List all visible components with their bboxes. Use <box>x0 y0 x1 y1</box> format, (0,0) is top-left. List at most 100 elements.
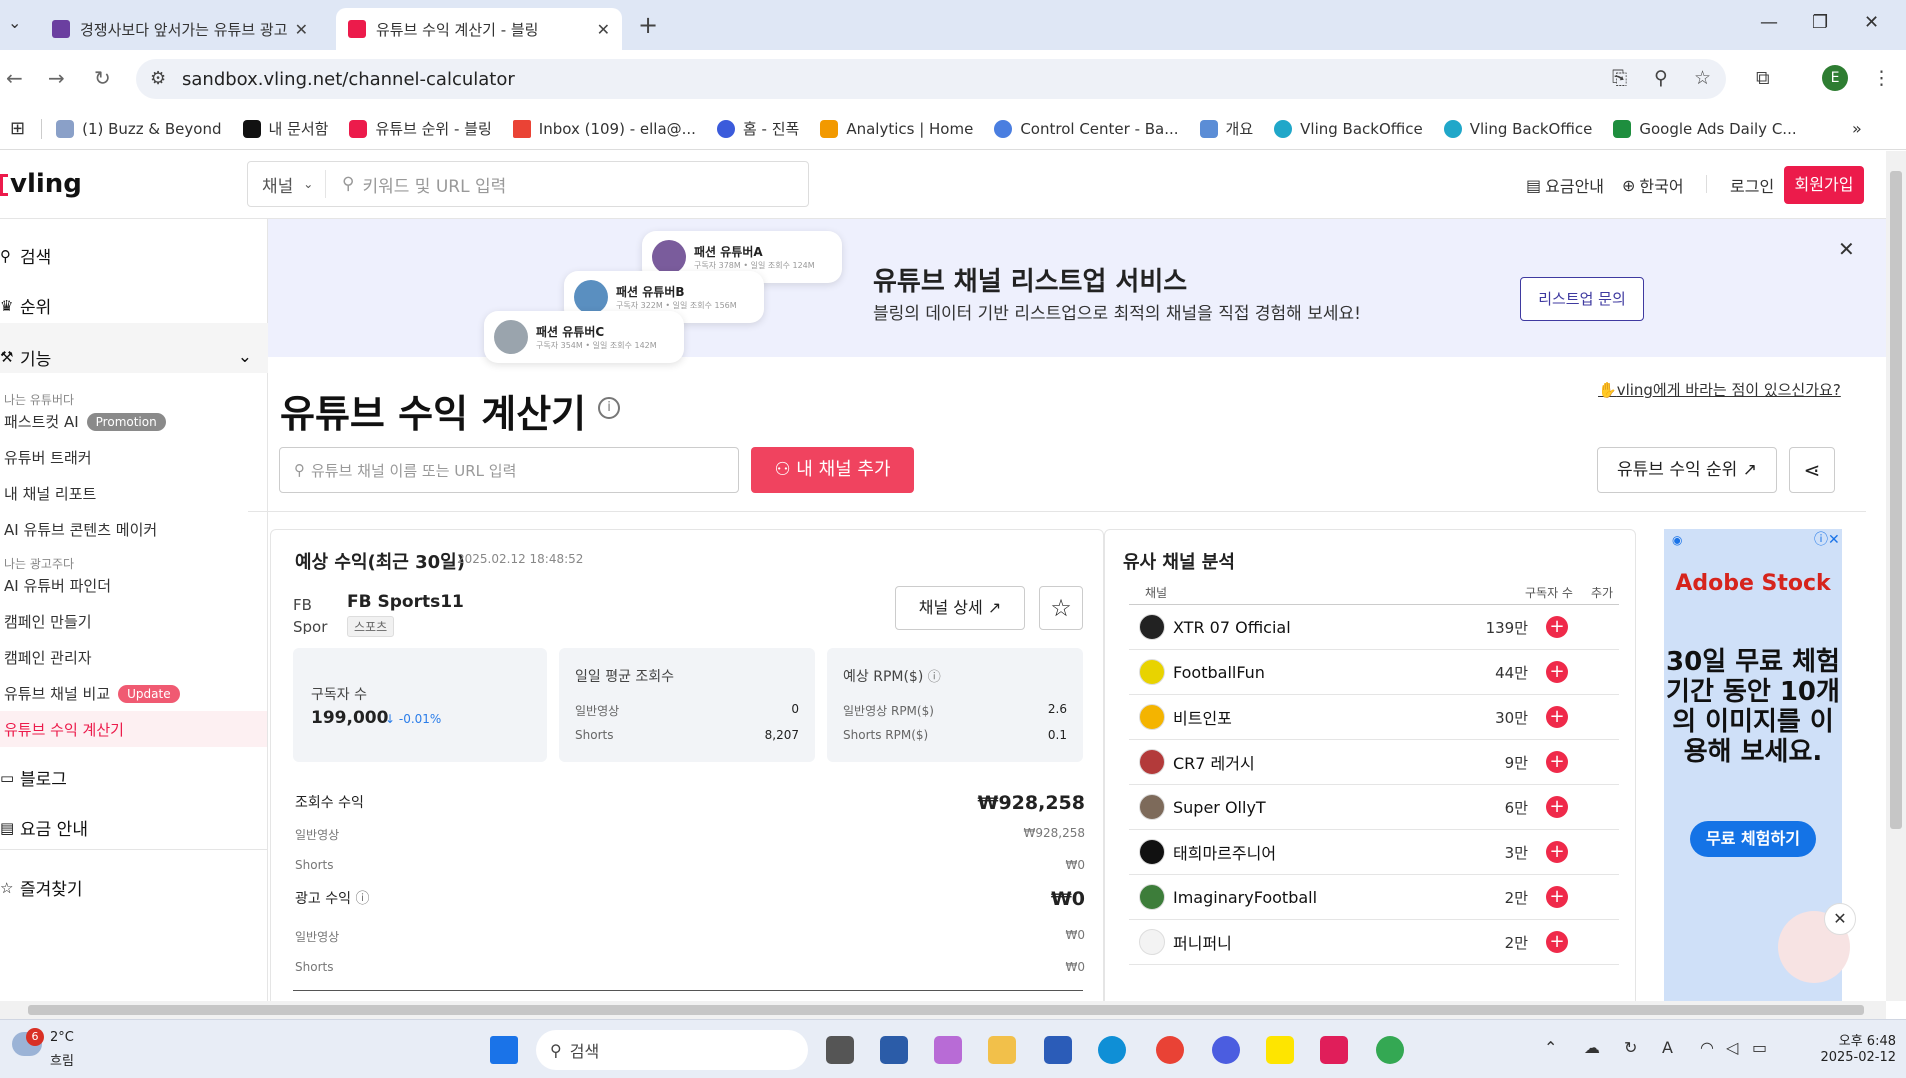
bookmark-item[interactable]: Analytics | Home <box>820 119 973 138</box>
profile-avatar[interactable]: E <box>1822 65 1848 91</box>
similar-row[interactable]: XTR 07 Official 139만 + <box>1129 605 1619 650</box>
edge-icon[interactable] <box>1098 1036 1126 1064</box>
bookmark-item[interactable]: 유튜브 순위 - 블링 <box>349 118 492 139</box>
similar-row[interactable]: 퍼니퍼니 2만 + <box>1129 920 1619 965</box>
similar-row[interactable]: CR7 레거시 9만 + <box>1129 740 1619 785</box>
bookmark-item[interactable]: Vling BackOffice <box>1443 119 1592 138</box>
zoom-icon[interactable]: ⚲ <box>1654 67 1668 89</box>
chrome-icon[interactable] <box>1376 1036 1404 1064</box>
battery-icon[interactable]: ▭ <box>1752 1038 1767 1057</box>
sidebar-item-content-maker[interactable]: AI 유튜브 콘텐츠 메이커 <box>4 519 157 540</box>
adchoices-icon[interactable]: ◉ <box>1672 533 1682 547</box>
bookmark-item[interactable]: Vling BackOffice <box>1274 119 1423 138</box>
file-explorer-icon[interactable] <box>988 1036 1016 1064</box>
maximize-icon[interactable]: ❐ <box>1812 12 1828 33</box>
close-icon[interactable]: ✕ <box>1838 237 1855 261</box>
add-icon[interactable]: + <box>1546 886 1568 908</box>
slack-icon[interactable] <box>1320 1036 1348 1064</box>
sidebar-item-blog[interactable]: ▭ 블로그 <box>0 765 67 791</box>
bookmark-item[interactable]: 내 문서함 <box>242 118 328 139</box>
pricing-link[interactable]: ▤ 요금안내 <box>1526 173 1604 197</box>
channel-detail-button[interactable]: 채널 상세 ↗ <box>895 586 1025 630</box>
add-icon[interactable]: + <box>1546 616 1568 638</box>
chrome-icon[interactable] <box>1156 1036 1184 1064</box>
tab-search-menu-icon[interactable]: ⌄ <box>8 13 21 32</box>
store-icon[interactable] <box>880 1036 908 1064</box>
site-info-icon[interactable]: ⚙ <box>150 68 166 89</box>
sync-icon[interactable]: ↻ <box>1624 1038 1637 1057</box>
add-icon[interactable]: + <box>1546 841 1568 863</box>
similar-row[interactable]: 태희마르주니어 3만 + <box>1129 830 1619 875</box>
add-icon[interactable]: + <box>1546 796 1568 818</box>
bookmark-item[interactable]: Inbox (109) - ella@... <box>512 119 696 138</box>
wifi-icon[interactable]: ◠ <box>1700 1038 1714 1057</box>
star-icon[interactable]: ☆ <box>1694 67 1711 89</box>
word-icon[interactable] <box>1044 1036 1072 1064</box>
channel-name[interactable]: FB Sports11 <box>347 592 464 612</box>
add-icon[interactable]: + <box>1546 661 1568 683</box>
header-search[interactable]: 채널 ⌄ ⚲ 키워드 및 URL 입력 <box>247 161 809 207</box>
taskbar-search[interactable]: ⚲ 검색 <box>536 1030 808 1070</box>
sidebar-item-calculator[interactable]: 유튜브 수익 계산기 <box>4 719 124 740</box>
info-icon[interactable]: i <box>598 397 620 419</box>
copilot-icon[interactable] <box>934 1036 962 1064</box>
chevron-up-icon[interactable]: ⌃ <box>1544 1038 1557 1057</box>
bookmark-item[interactable]: 홈 - 진폭 <box>716 118 799 139</box>
install-icon[interactable]: ⎘ <box>1612 67 1627 89</box>
sidebar-item-compare[interactable]: 유튜브 채널 비교 Update <box>4 683 180 704</box>
window-close-icon[interactable]: ✕ <box>1864 12 1879 33</box>
tab-close-icon[interactable]: ✕ <box>597 20 610 39</box>
channel-search-input[interactable]: ⚲ 유튜브 채널 이름 또는 URL 입력 <box>279 447 739 493</box>
onedrive-icon[interactable]: ☁ <box>1584 1038 1600 1057</box>
sidebar-item-features[interactable]: ⚒ 기능 ⌄ <box>0 323 268 373</box>
back-icon[interactable]: ← <box>6 66 23 90</box>
close-icon[interactable]: ✕ <box>1824 903 1856 935</box>
minimize-icon[interactable]: — <box>1760 12 1778 33</box>
sidebar-item-tracker[interactable]: 유튜버 트래커 <box>4 447 92 468</box>
bookmark-item[interactable]: (1) Buzz & Beyond <box>56 119 222 138</box>
similar-row[interactable]: Super OllyT 6만 + <box>1129 785 1619 830</box>
sidebar-item-campaign-create[interactable]: 캠페인 만들기 <box>4 611 92 632</box>
bookmark-item[interactable]: Google Ads Daily C... <box>1613 119 1797 138</box>
clock-date[interactable]: 2025-02-12 <box>1798 1050 1896 1065</box>
sidebar-item-finder[interactable]: AI 유튜버 파인더 <box>4 575 111 596</box>
kakaotalk-icon[interactable] <box>1266 1036 1294 1064</box>
sidebar-item-search[interactable]: ⚲ 검색 <box>0 243 51 269</box>
help-icon[interactable]: ⓘ <box>928 670 941 685</box>
search-type-select[interactable]: 채널 ⌄ <box>248 170 326 198</box>
tab-close-icon[interactable]: ✕ <box>295 20 308 39</box>
sidebar-item-ranking[interactable]: ♛ 순위 <box>0 293 51 319</box>
sidebar-item-report[interactable]: 내 채널 리포트 <box>4 483 96 504</box>
bookmark-item[interactable]: Control Center - Ba... <box>994 119 1179 138</box>
volume-icon[interactable]: ◁ <box>1726 1038 1738 1057</box>
add-icon[interactable]: + <box>1546 931 1568 953</box>
more-bookmarks-icon[interactable]: » <box>1852 119 1862 138</box>
vling-logo[interactable]: vling <box>0 169 82 199</box>
feedback-link[interactable]: ✋vling에게 바라는 점이 있으신가요? <box>1598 379 1841 400</box>
windows-start-icon[interactable] <box>490 1036 518 1064</box>
similar-row[interactable]: 비트인포 30만 + <box>1129 695 1619 740</box>
extensions-icon[interactable]: ⧉ <box>1756 67 1770 89</box>
revenue-rank-button[interactable]: 유튜브 수익 순위 ↗ <box>1597 447 1777 493</box>
forward-icon[interactable]: → <box>48 66 65 90</box>
task-view-icon[interactable] <box>826 1036 854 1064</box>
sidebar-item-fastcut[interactable]: 패스트컷 AI Promotion <box>4 411 166 432</box>
help-icon[interactable]: ⓘ <box>355 891 369 907</box>
apps-grid-icon[interactable]: ⊞ <box>10 118 25 139</box>
address-bar[interactable]: ⚙ sandbox.vling.net/channel-calculator <box>136 59 1726 99</box>
listup-inquiry-button[interactable]: 리스트업 문의 <box>1520 277 1644 321</box>
sidebar-item-pricing[interactable]: ▤ 요금 안내 <box>0 815 88 841</box>
share-button[interactable]: ⋖ <box>1789 447 1835 493</box>
new-tab-icon[interactable]: + <box>638 11 658 39</box>
vertical-scrollbar[interactable] <box>1886 151 1906 1001</box>
sidebar-item-campaign-manage[interactable]: 캠페인 관리자 <box>4 647 92 668</box>
sidebar-item-favorites[interactable]: ☆ 즐겨찾기 <box>0 875 83 901</box>
add-icon[interactable]: + <box>1546 706 1568 728</box>
browser-tab-1[interactable]: 경쟁사보다 앞서가는 유튜브 광고 ✕ <box>40 8 320 50</box>
ad-cta-button[interactable]: 무료 체험하기 <box>1690 821 1816 857</box>
ad-close-icon[interactable]: ⓘ✕ <box>1814 529 1840 549</box>
browser-tab-2[interactable]: 유튜브 수익 계산기 - 블링 ✕ <box>336 8 622 50</box>
similar-row[interactable]: FootballFun 44만 + <box>1129 650 1619 695</box>
menu-icon[interactable]: ⋮ <box>1872 67 1891 89</box>
signup-button[interactable]: 회원가입 <box>1784 166 1864 204</box>
